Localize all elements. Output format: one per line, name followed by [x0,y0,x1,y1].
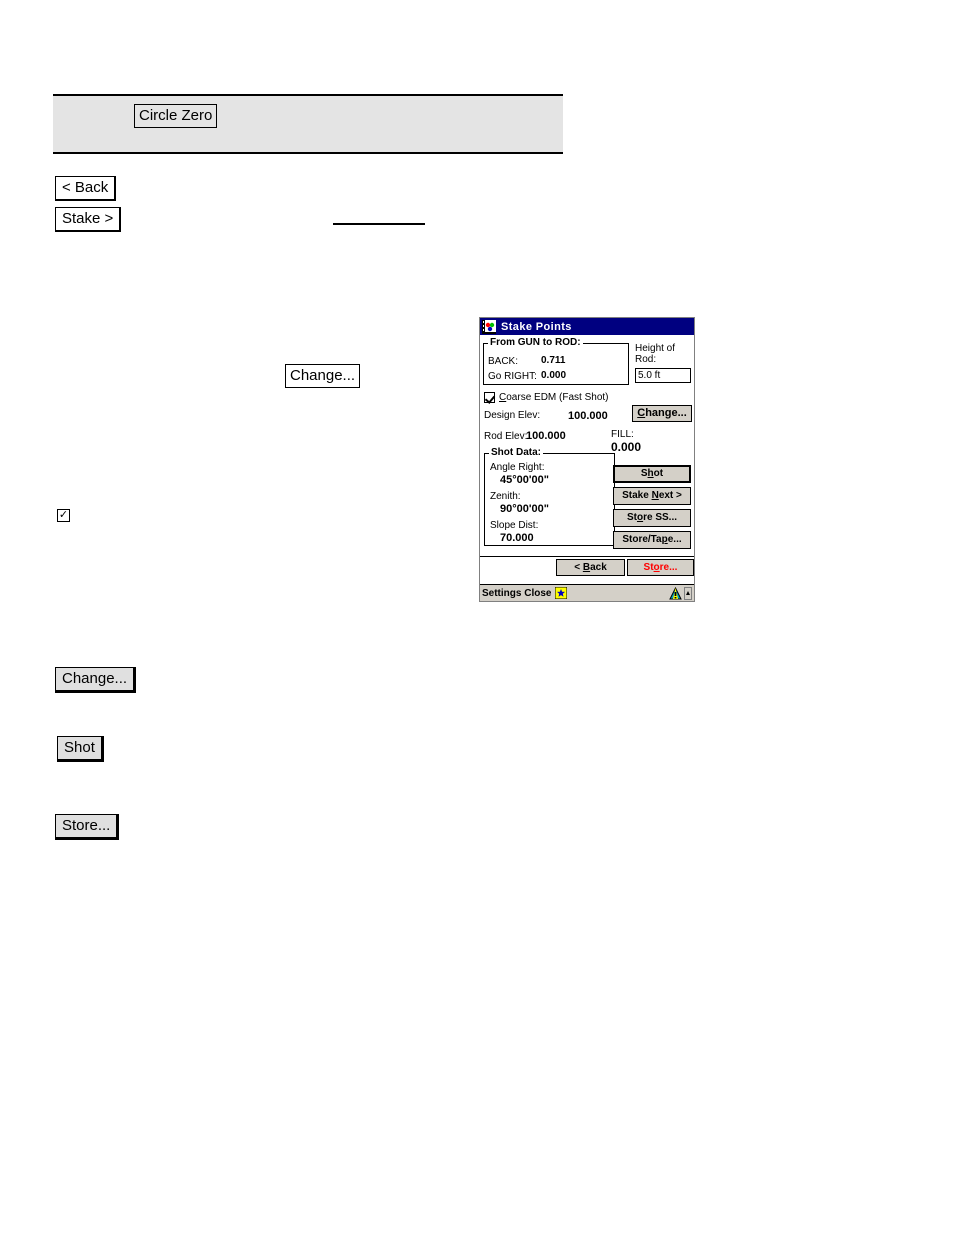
window-body: From GUN to ROD: BACK: 0.711 Go RIGHT: 0… [480,335,694,584]
warning-icon[interactable] [669,586,682,600]
slope-dist-label: Slope Dist: [490,520,539,531]
coarse-edm-label: Coarse EDM (Fast Shot) [499,392,609,403]
store-ss-post: re SS... [643,512,677,523]
page-checkbox[interactable]: ✓ [57,509,70,522]
shot-action-button[interactable]: Shot [613,465,691,483]
angle-right-label: Angle Right: [490,462,545,473]
design-elev-value: 100.000 [568,410,608,422]
rod-elev-label: Rod Elev: [484,431,528,442]
stake-button[interactable]: Stake > [55,207,122,232]
shot-data-group: Shot Data: Angle Right: 45°00'00" Zenith… [484,447,615,546]
dialog-back-post: ack [590,562,607,573]
slope-dist-value: 70.000 [500,532,534,544]
change-button-rest: hange... [645,407,687,419]
design-elev-label: Design Elev: [484,410,541,421]
gun-to-rod-group: From GUN to ROD: BACK: 0.711 Go RIGHT: 0… [483,337,629,385]
change-button-accel: C [637,407,646,419]
change-button[interactable]: Change... [55,667,137,693]
dialog-bottom-bar: < Back Store... [480,556,694,577]
zenith-label: Zenith: [490,491,521,502]
shot-data-legend: Shot Data: [489,447,543,458]
dialog-store-post: re... [659,562,678,573]
shot-button-post: ot [653,468,664,479]
back-value: 0.711 [541,355,566,366]
angle-right-value: 45°00'00" [500,474,549,486]
stake-next-accel: N [651,490,659,501]
gun-to-rod-legend: From GUN to ROD: [488,337,583,348]
store-tape-post: e... [667,534,682,545]
store-tape-button[interactable]: Store/Tape... [613,531,691,549]
dialog-store-pre: St [643,562,654,573]
store-button[interactable]: Store... [55,814,120,840]
shot-button[interactable]: Shot [57,736,104,762]
star-icon[interactable] [555,587,568,599]
height-of-rod-label: Height of Rod: [635,343,693,365]
coarse-edm-rest: oarse EDM (Fast Shot) [506,392,609,403]
coarse-edm-checkbox[interactable] [484,392,495,403]
fill-label: FILL: [611,429,634,440]
stake-next-post: ext > [658,490,682,501]
go-right-label: Go RIGHT: [488,371,537,382]
change-elevation-button[interactable]: Change... [632,405,692,422]
height-of-rod-label-line2: Rod: [635,354,657,365]
zenith-value: 90°00'00" [500,503,549,515]
circle-zero-button[interactable]: Circle Zero [134,104,218,128]
back-label: BACK: [488,356,519,367]
stake-points-window: Stake Points From GUN to ROD: BACK: 0.71… [479,317,695,602]
rod-elev-value: 100.000 [526,430,566,442]
horizontal-rule [333,223,425,225]
scroll-up-icon[interactable] [684,586,692,600]
highlight-band [53,94,563,154]
store-tape-pre: Store/Ta [622,534,662,545]
statusbar-label[interactable]: Settings Close [482,588,551,599]
fill-value: 0.000 [611,440,642,454]
dialog-back-accel: B [582,562,591,573]
height-of-rod-input[interactable]: 5.0 ft [635,368,691,383]
stake-points-icon [482,319,496,334]
dialog-back-button[interactable]: < Back [556,559,625,576]
window-title: Stake Points [501,320,572,333]
store-ss-pre: St [626,512,637,523]
shot-button-pre: S [640,468,648,479]
back-button[interactable]: < Back [55,176,117,201]
store-ss-button[interactable]: Store SS... [613,509,691,527]
stake-next-pre: Stake [622,490,652,501]
dialog-store-button[interactable]: Store... [627,559,694,576]
go-right-value: 0.000 [541,370,567,381]
height-of-rod-label-line1: Height of [635,343,676,354]
dialog-back-pre: < [574,562,583,573]
change-callout-button[interactable]: Change... [285,364,361,388]
coarse-edm-checkbox-row[interactable]: Coarse EDM (Fast Shot) [484,392,609,403]
window-statusbar: Settings Close [480,584,694,601]
window-titlebar: Stake Points [480,318,694,335]
stake-next-button[interactable]: Stake Next > [613,487,691,505]
